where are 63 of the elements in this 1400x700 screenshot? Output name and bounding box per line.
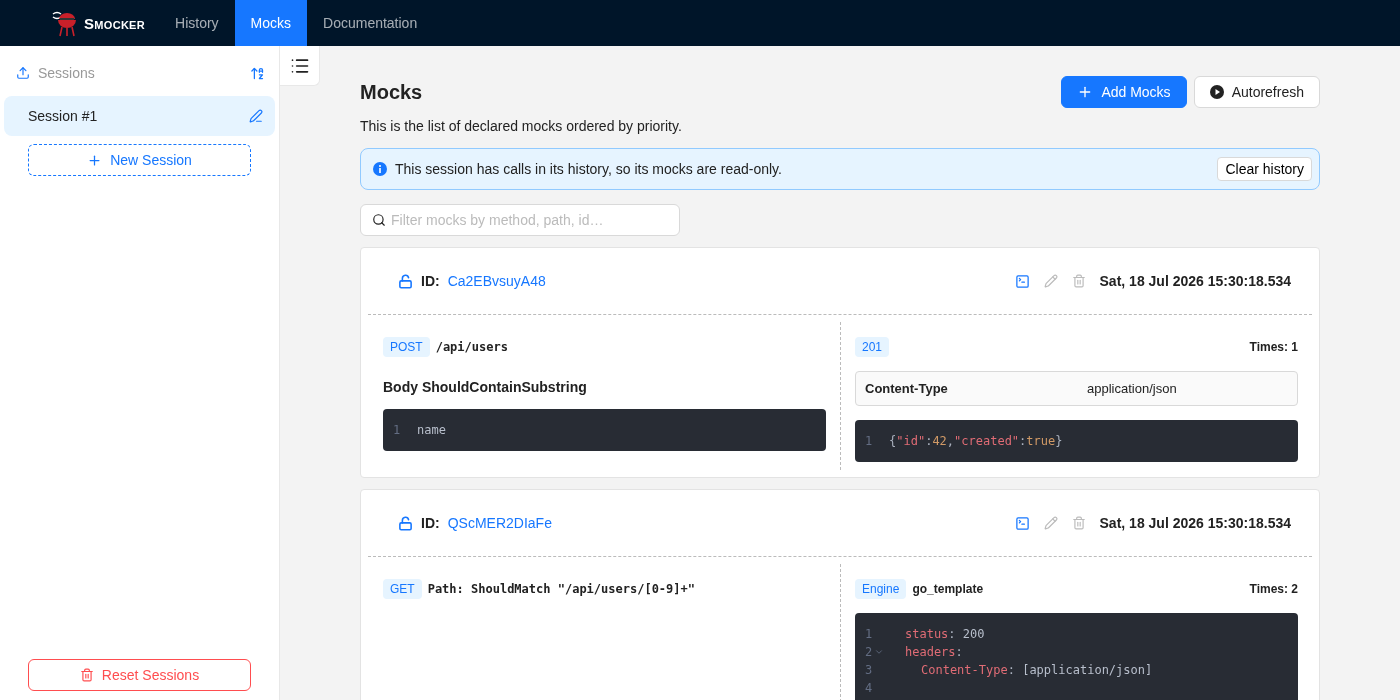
delete-icon[interactable] — [1071, 274, 1086, 288]
code-line: {"id":42,"created":true} — [889, 433, 1063, 450]
info-icon — [373, 162, 387, 176]
line-number: 4 — [864, 680, 874, 697]
session-item[interactable]: Session #1 — [4, 96, 275, 136]
code-line: status: 200 — [904, 626, 985, 643]
code-line: Content-Type: [application/json] — [920, 662, 1153, 679]
session-name: Session #1 — [28, 108, 98, 124]
clear-history-button[interactable]: Clear history — [1217, 157, 1312, 181]
unlocked-icon[interactable] — [398, 515, 413, 531]
add-mocks-button[interactable]: Add Mocks — [1061, 76, 1187, 108]
request-path: /api/users — [435, 340, 508, 354]
header-value: application/json — [1087, 381, 1177, 396]
request-path: Path: ShouldMatch "/api/users/[0-9]+" — [427, 582, 695, 596]
mock-id-link[interactable]: QScMER2DIaFe — [447, 515, 552, 531]
code-line: headers: — [904, 644, 963, 661]
trash-icon — [79, 668, 94, 682]
nav-tab[interactable]: Documentation — [307, 0, 434, 46]
engine-name: go_template — [912, 582, 984, 596]
mock-date: Sat, 18 Jul 2026 15:30:18.534 — [1099, 515, 1291, 531]
page-subtitle: This is the list of declared mocks ordered by priority. — [360, 118, 683, 134]
method-tag: POST — [383, 337, 430, 357]
line-number: 1 — [392, 422, 402, 439]
method-tag: GET — [383, 579, 422, 599]
header-name: Content-Type — [865, 381, 949, 396]
autorefresh-button[interactable]: Autorefresh — [1193, 76, 1320, 108]
filter-field[interactable]: Filter mocks by method, path, id… — [360, 204, 680, 236]
reset-sessions-button[interactable]: Reset Sessions — [28, 659, 251, 691]
brand-name: SMOCKER — [84, 14, 145, 32]
times-count: Times: 1 — [1249, 340, 1298, 354]
line-number: 3 — [864, 662, 874, 679]
code-line: name — [417, 422, 446, 439]
times-count: Times: 2 — [1249, 582, 1298, 596]
edit-icon[interactable] — [1043, 516, 1058, 530]
terminal-icon[interactable] — [1014, 273, 1030, 289]
edit-icon[interactable] — [249, 109, 263, 123]
nav-tab[interactable]: Mocks — [234, 0, 308, 46]
search-icon — [372, 213, 386, 227]
plus-icon — [87, 152, 103, 168]
sessions-title: Sessions — [38, 65, 95, 81]
alert-message: This session has calls in its history, so its mocks are read-only. — [395, 161, 782, 177]
mock-id-link[interactable]: Ca2EBvsuyA48 — [447, 273, 546, 289]
unlocked-icon[interactable] — [398, 273, 413, 289]
response-tag: 201 — [855, 337, 890, 357]
id-label: ID: — [421, 273, 440, 289]
new-session-button[interactable]: New Session — [28, 144, 251, 176]
page-title: Mocks — [360, 80, 423, 104]
sidebar-toggle[interactable] — [280, 46, 320, 86]
id-label: ID: — [421, 515, 440, 531]
delete-icon[interactable] — [1071, 516, 1086, 530]
line-number: 2 — [855, 643, 889, 661]
line-number: 1 — [864, 433, 874, 450]
nav-tab[interactable]: History — [159, 0, 235, 46]
response-tag: Engine — [855, 579, 907, 599]
mock-date: Sat, 18 Jul 2026 15:30:18.534 — [1099, 273, 1291, 289]
edit-icon[interactable] — [1043, 274, 1058, 288]
body-matcher-title: Body ShouldContainSubstring — [383, 379, 588, 395]
chevron-icon[interactable] — [874, 647, 885, 657]
terminal-icon[interactable] — [1014, 515, 1030, 531]
upload-icon[interactable] — [16, 66, 30, 80]
sort-icon[interactable] — [250, 65, 265, 81]
play-icon — [1209, 85, 1224, 99]
line-number: 1 — [864, 626, 874, 643]
